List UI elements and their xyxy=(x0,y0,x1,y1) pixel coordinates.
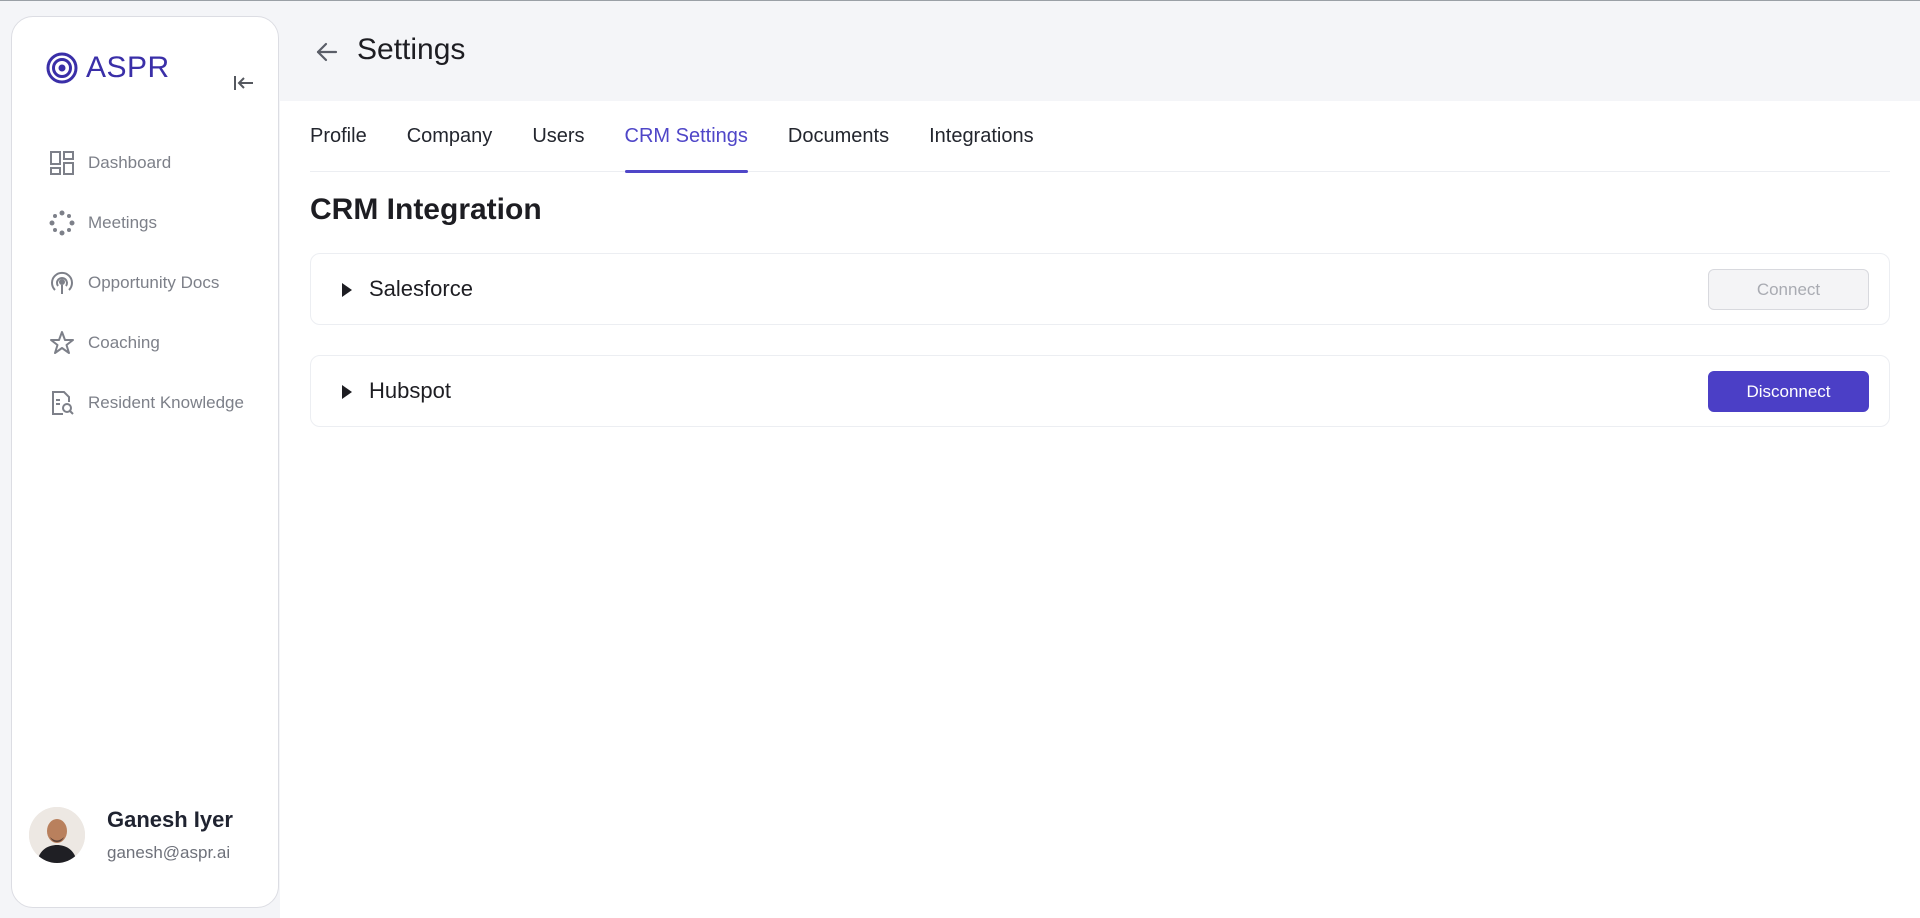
tab-integrations[interactable]: Integrations xyxy=(929,101,1034,172)
caret-right-icon xyxy=(342,283,352,297)
crm-name: Salesforce xyxy=(369,276,473,301)
sidebar: ASPR Dashboard Meetings Opportunity Docs… xyxy=(11,16,279,908)
document-search-icon xyxy=(48,389,76,417)
sidebar-nav: Dashboard Meetings Opportunity Docs Coac… xyxy=(48,133,278,433)
crm-item-hubspot: Hubspot Disconnect xyxy=(310,355,1890,427)
caret-right-icon xyxy=(342,385,352,399)
page-header: Settings xyxy=(280,1,1920,101)
crm-name: Hubspot xyxy=(369,378,451,403)
crm-item-salesforce: Salesforce Connect xyxy=(310,253,1890,325)
collapse-sidebar-button[interactable] xyxy=(228,67,260,99)
user-email: ganesh@aspr.ai xyxy=(107,843,231,862)
sidebar-item-label: Resident Knowledge xyxy=(88,393,244,412)
brand-logo[interactable]: ASPR xyxy=(46,51,170,85)
sidebar-item-resident-knowledge[interactable]: Resident Knowledge xyxy=(48,373,278,433)
sidebar-item-label: Opportunity Docs xyxy=(88,273,220,292)
collapse-left-icon xyxy=(234,76,253,90)
sidebar-item-dashboard[interactable]: Dashboard xyxy=(48,133,278,193)
tab-crm-settings[interactable]: CRM Settings xyxy=(624,101,749,173)
aspr-logo-icon xyxy=(46,52,78,84)
page-title: Settings xyxy=(357,33,466,66)
arrow-left-icon xyxy=(316,42,338,62)
tab-documents[interactable]: Documents xyxy=(788,101,889,172)
sidebar-item-meetings[interactable]: Meetings xyxy=(48,193,278,253)
section-title: CRM Integration xyxy=(310,193,542,226)
settings-tabs: Profile Company Users CRM Settings Docum… xyxy=(310,101,1890,173)
user-name: Ganesh Iyer xyxy=(107,807,233,832)
connect-button[interactable]: Connect xyxy=(1708,269,1869,310)
back-button[interactable] xyxy=(312,37,342,67)
dashboard-icon xyxy=(48,149,76,177)
expand-hubspot-toggle[interactable] xyxy=(333,378,361,406)
brand-name: ASPR xyxy=(86,51,170,84)
meetings-icon xyxy=(48,209,76,237)
tab-profile[interactable]: Profile xyxy=(310,101,367,172)
disconnect-button[interactable]: Disconnect xyxy=(1708,371,1869,412)
settings-content: Profile Company Users CRM Settings Docum… xyxy=(280,101,1920,918)
sidebar-item-label: Meetings xyxy=(88,213,157,232)
user-profile[interactable]: Ganesh Iyer ganesh@aspr.ai xyxy=(29,807,233,863)
star-icon xyxy=(48,329,76,357)
sidebar-item-coaching[interactable]: Coaching xyxy=(48,313,278,373)
tab-company[interactable]: Company xyxy=(407,101,493,172)
sidebar-item-label: Coaching xyxy=(88,333,160,352)
sidebar-item-label: Dashboard xyxy=(88,153,172,172)
avatar xyxy=(29,807,85,863)
sidebar-item-opportunity-docs[interactable]: Opportunity Docs xyxy=(48,253,278,313)
expand-salesforce-toggle[interactable] xyxy=(333,276,361,304)
tab-users[interactable]: Users xyxy=(532,101,584,172)
podcast-icon xyxy=(48,269,76,297)
